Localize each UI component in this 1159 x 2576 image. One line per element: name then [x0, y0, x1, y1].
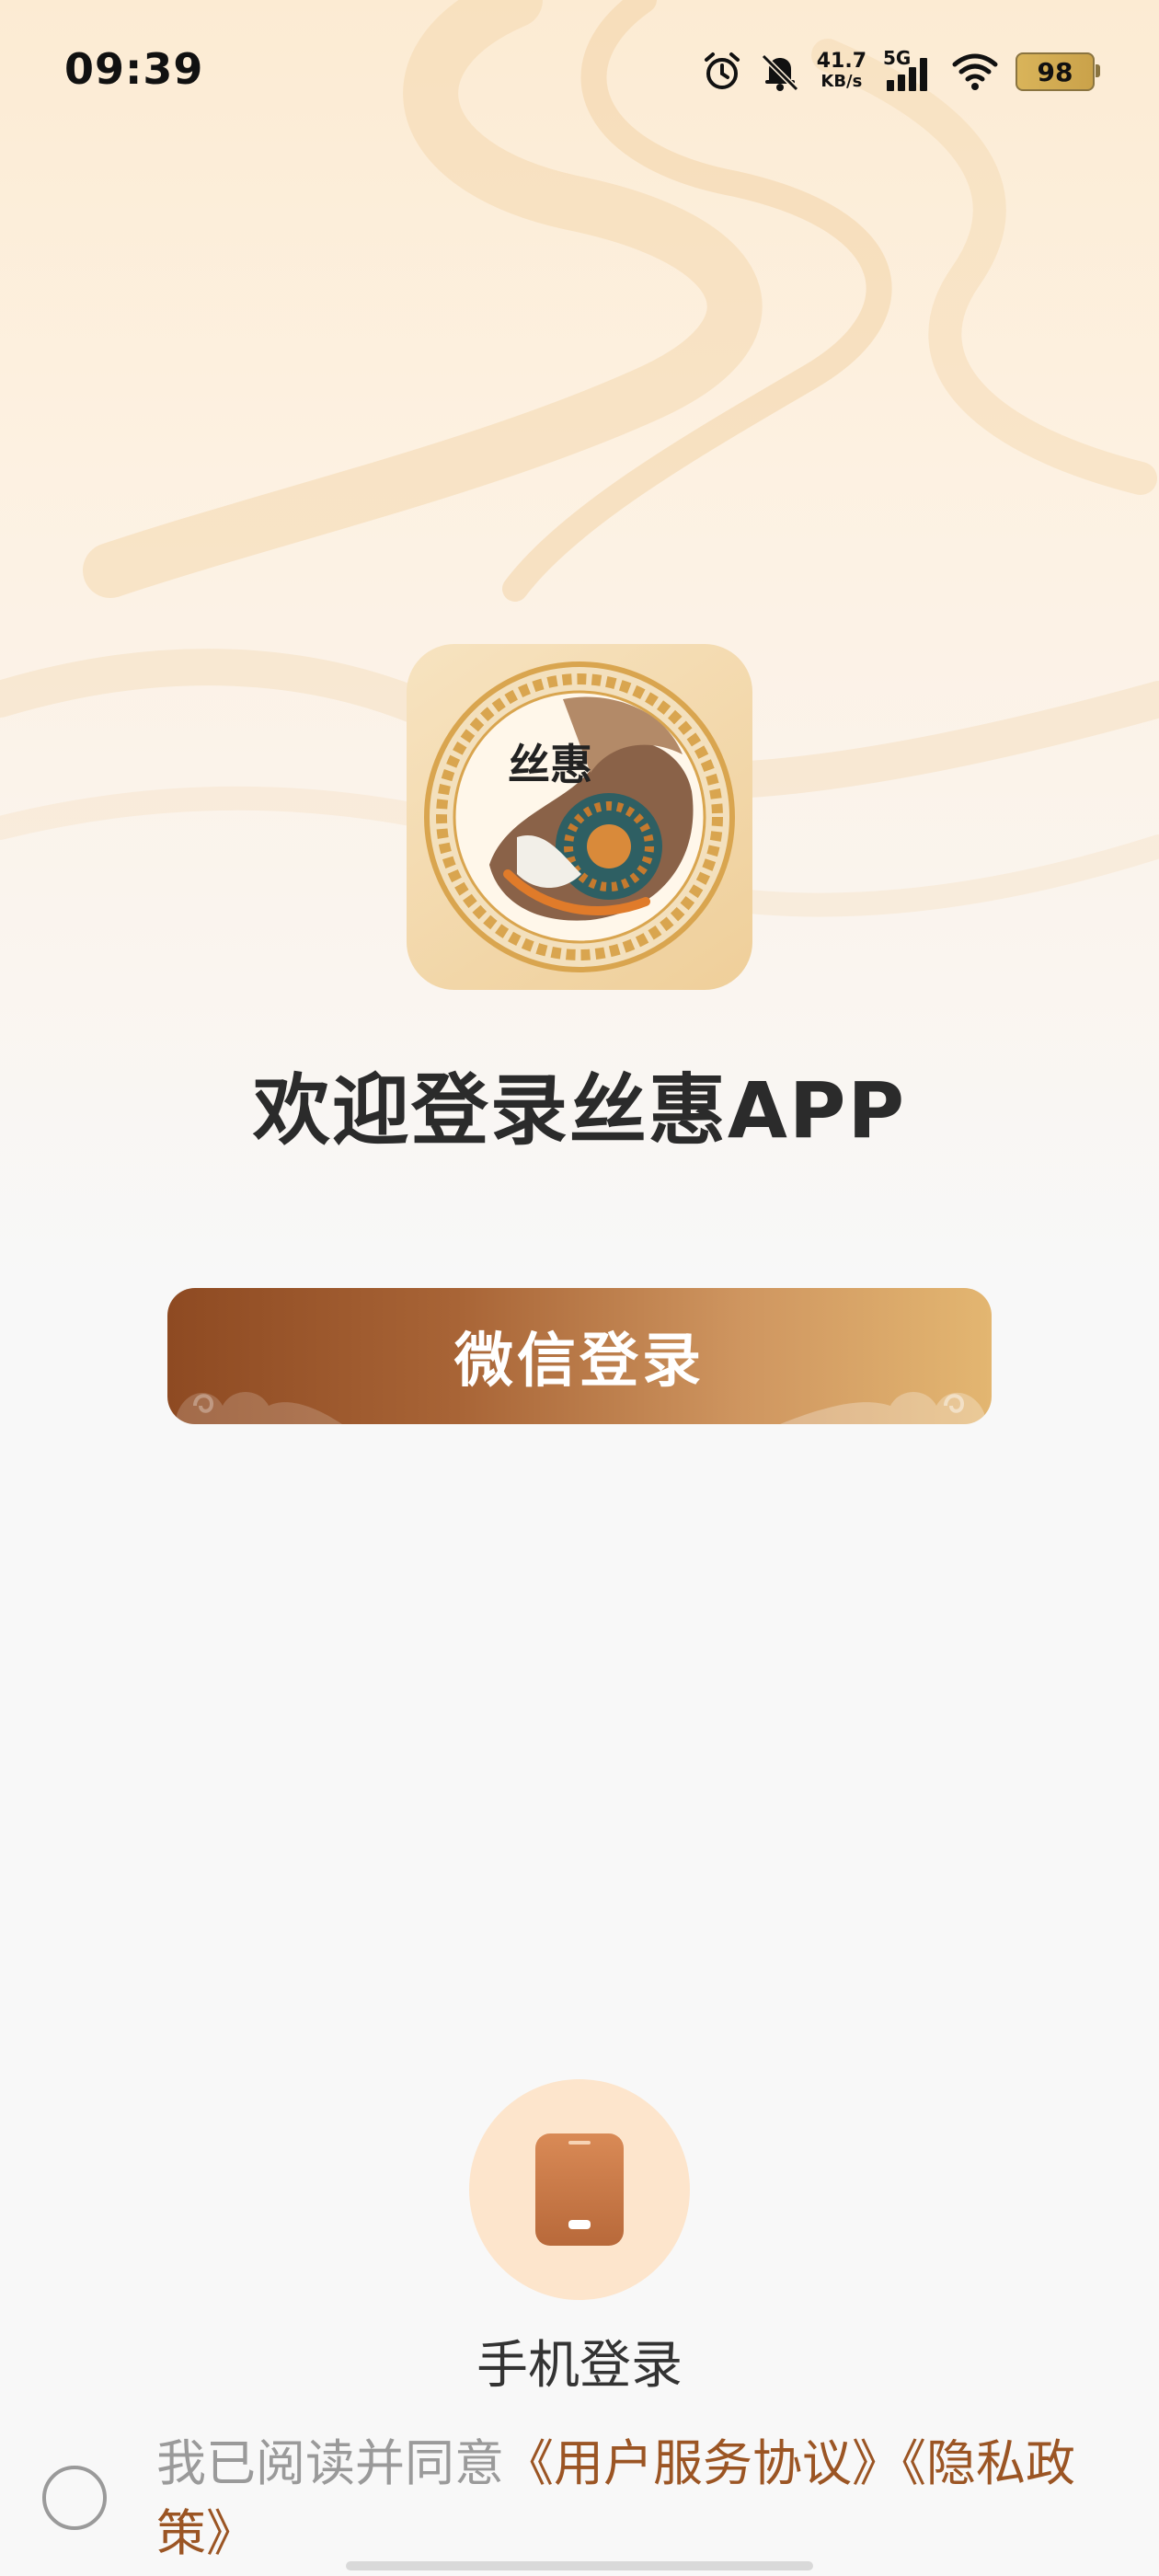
phone-login-label: 手机登录 — [476, 2336, 683, 2396]
phone-login-button[interactable] — [469, 2079, 690, 2300]
status-bar: 09:39 41.7 KB/s 5G 98 — [0, 0, 1159, 138]
home-indicator[interactable] — [346, 2561, 813, 2570]
alarm-icon — [701, 51, 743, 93]
wechat-login-label: 微信登录 — [454, 1328, 705, 1396]
wechat-login-button[interactable]: 微信登录 — [167, 1288, 992, 1424]
mute-icon — [760, 51, 800, 93]
logo-emblem — [424, 661, 735, 972]
app-logo: 丝惠 — [407, 644, 752, 990]
signal-icon: 5G — [883, 47, 935, 95]
terms-of-service-link[interactable]: 《用户服务协议》 — [504, 2434, 901, 2492]
phone-icon — [535, 2133, 624, 2246]
logo-text: 丝惠 — [508, 740, 592, 789]
cloud-ornament-left — [177, 1392, 342, 1424]
status-time: 09:39 — [64, 44, 204, 94]
wifi-icon — [951, 52, 999, 92]
agreement-prefix: 我已阅读并同意 — [156, 2434, 504, 2492]
cloud-ornament-right — [780, 1392, 984, 1424]
battery-level: 98 — [1037, 56, 1073, 87]
network-speed: 41.7 KB/s — [817, 52, 866, 92]
battery-icon: 98 — [1016, 52, 1100, 91]
network-speed-unit: KB/s — [820, 72, 863, 91]
agreement-text: 我已阅读并同意《用户服务协议》《隐私政策》 — [156, 2429, 1122, 2569]
agreement-checkbox[interactable] — [42, 2466, 107, 2530]
status-icons: 41.7 KB/s 5G 98 — [701, 46, 1100, 98]
login-screen: 09:39 41.7 KB/s 5G 98 丝惠 欢迎登录丝惠APP 微信登录 … — [0, 0, 1159, 2576]
welcome-title: 欢迎登录丝惠APP — [252, 1065, 907, 1156]
network-speed-value: 41.7 — [816, 50, 866, 73]
